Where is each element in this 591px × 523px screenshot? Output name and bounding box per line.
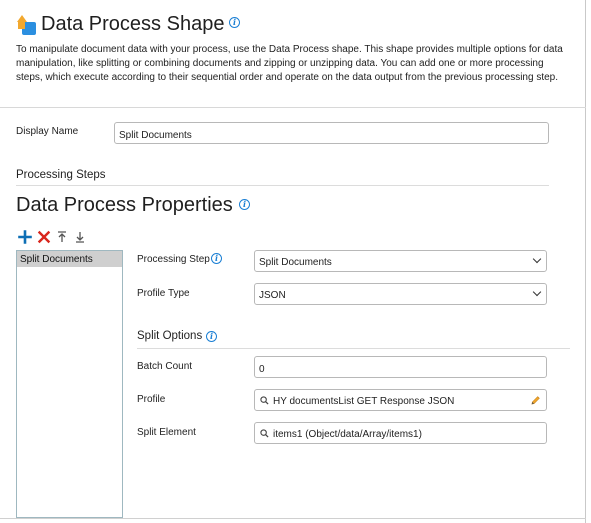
shape-header: Data Process Shape i To manipulate docum… xyxy=(0,0,586,108)
batch-count-label: Batch Count xyxy=(137,361,193,372)
search-icon xyxy=(260,396,269,405)
profile-type-select[interactable]: JSON xyxy=(254,283,547,305)
info-icon[interactable]: i xyxy=(206,331,217,342)
steps-list: Split Documents xyxy=(16,250,123,518)
list-item[interactable]: Split Documents xyxy=(17,251,122,267)
chevron-down-icon xyxy=(532,287,542,297)
display-name-input[interactable] xyxy=(114,122,549,144)
info-icon[interactable]: i xyxy=(211,253,222,264)
processing-step-label: Processing Step xyxy=(137,254,210,265)
divider xyxy=(137,348,570,349)
move-down-icon[interactable] xyxy=(73,230,87,244)
delete-icon[interactable] xyxy=(37,230,51,244)
processing-step-value: Split Documents xyxy=(259,257,332,268)
profile-value: HY documentsList GET Response JSON xyxy=(273,396,455,407)
info-icon[interactable]: i xyxy=(229,17,240,28)
processing-step-select[interactable]: Split Documents xyxy=(254,250,547,272)
divider xyxy=(0,518,586,519)
display-name-label: Display Name xyxy=(16,126,79,137)
data-process-shape-icon xyxy=(17,15,36,35)
move-up-icon[interactable] xyxy=(55,230,69,244)
split-element-value: items1 (Object/data/Array/items1) xyxy=(273,429,422,440)
split-element-label: Split Element xyxy=(137,427,196,438)
split-options-heading: Split Options xyxy=(137,330,203,342)
processing-steps-heading: Processing Steps xyxy=(16,169,106,181)
profile-field[interactable]: HY documentsList GET Response JSON xyxy=(254,389,547,411)
page-title: Data Process Shape xyxy=(41,13,225,35)
chevron-down-icon xyxy=(532,254,542,264)
properties-title: Data Process Properties xyxy=(16,194,233,216)
profile-label: Profile xyxy=(137,394,166,405)
add-icon[interactable] xyxy=(18,230,32,244)
divider xyxy=(16,185,549,186)
split-element-field[interactable]: items1 (Object/data/Array/items1) xyxy=(254,422,547,444)
shape-description: To manipulate document data with your pr… xyxy=(16,44,563,83)
profile-type-value: JSON xyxy=(259,290,286,301)
pencil-icon[interactable] xyxy=(530,395,541,406)
batch-count-input[interactable] xyxy=(254,356,547,378)
search-icon xyxy=(260,429,269,438)
info-icon[interactable]: i xyxy=(239,199,250,210)
profile-type-label: Profile Type xyxy=(137,288,190,299)
